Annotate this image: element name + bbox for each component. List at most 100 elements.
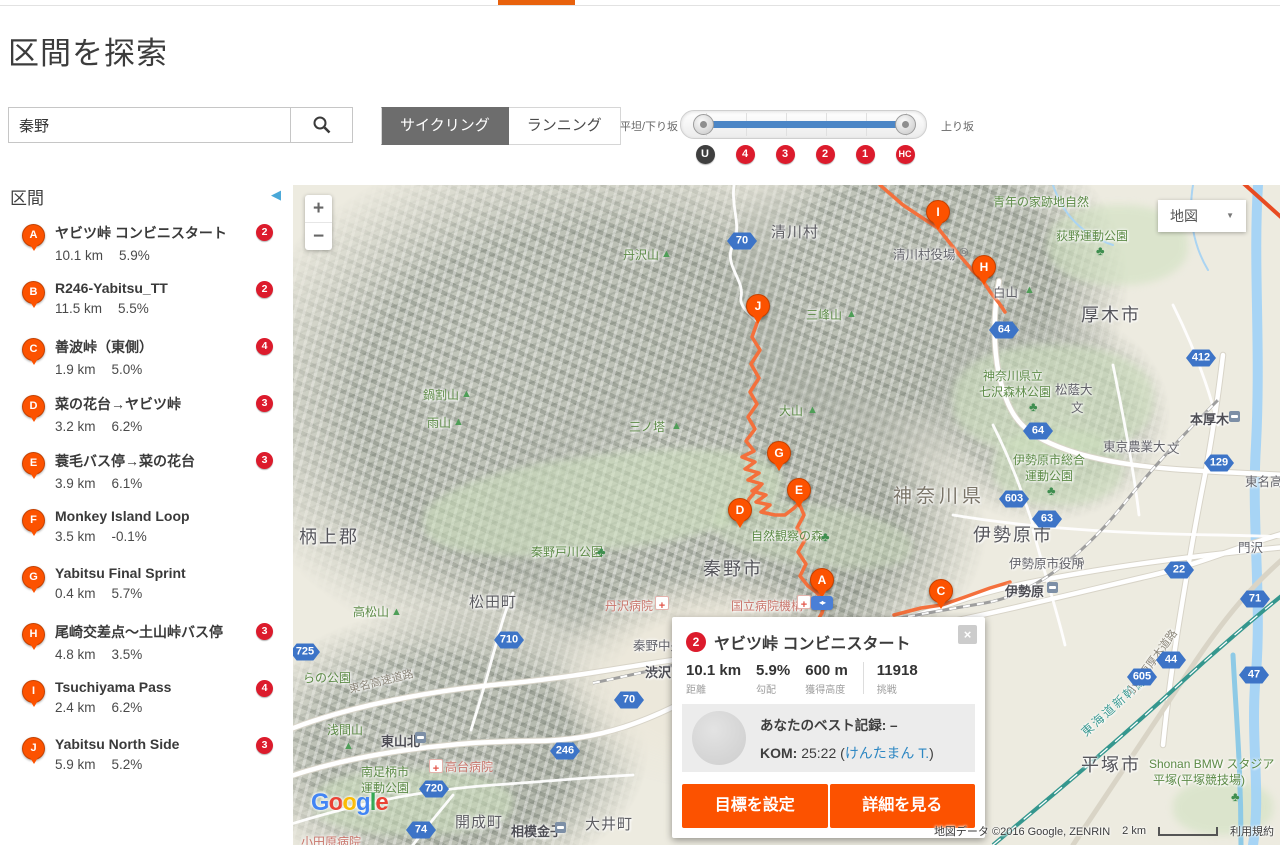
sport-tab[interactable]: ランニング [509,107,621,145]
grade-slider[interactable] [680,110,927,139]
segment-stats: 1.9 km5.0% [55,362,293,377]
set-goal-button[interactable]: 目標を設定 [682,784,828,828]
terms-link[interactable]: 利用規約 [1230,823,1274,839]
map-label: 浅間山 [327,721,363,738]
segment-grade: 6.2% [112,700,143,715]
segment-name: R246-Yabitsu_TT [55,280,255,296]
segment-stats: 5.9 km5.2% [55,757,293,772]
segment-category-badge: 3 [256,452,273,469]
slider-handle-right[interactable] [895,114,916,135]
map[interactable]: 青年の家跡地自然荻野運動公園清川村清川村役場白山厚木市三峰山丹沢山鍋割山雨山三ノ… [293,185,1280,845]
kom-text: KOM: 25:22 (けんたまん T.) [760,743,934,763]
map-label: 厚木市 [1081,301,1141,327]
map-label: 東名高 [1245,471,1280,490]
map-label: 白山 [993,282,1018,301]
search-input[interactable] [9,108,290,142]
segment-item[interactable]: G Yabitsu Final Sprint 0.4 km5.7% [0,564,293,621]
segment-pin-icon: I [22,680,45,703]
map-label: 平塚(平塚競技場) [1153,771,1245,788]
slider-handle-left[interactable] [693,114,714,135]
map-pin-H[interactable]: H [972,255,996,279]
segment-stats: 11.5 km5.5% [55,301,293,316]
segment-name: 蓑毛バス停→菜の花台 [55,451,255,471]
zoom-in-button[interactable]: + [305,195,332,223]
popup-close-button[interactable]: × [958,625,977,644]
category-badge: U [696,145,715,164]
segment-category-badge: 3 [256,623,273,640]
segment-item[interactable]: A ヤビツ峠 コンビニスタート 10.1 km5.9% 2 [0,222,293,279]
segment-grade: 5.7% [112,586,143,601]
scale-bar [1158,827,1218,836]
page-title: 区間を探索 [8,28,168,73]
mt-icon [1024,281,1035,297]
stat-label: 挑戦 [877,681,918,696]
map-label: 平塚市 [1081,751,1141,777]
segment-name: Yabitsu Final Sprint [55,565,255,581]
segment-pin-icon: B [22,281,45,304]
sidebar-header: 区間 [10,184,44,209]
segment-stats: 4.8 km3.5% [55,647,293,662]
map-label: 丹沢病院 [605,597,653,614]
segment-item[interactable]: D 菜の花台→ヤビツ峠 3.2 km6.2% 3 [0,393,293,450]
tree-icon [1047,483,1056,499]
map-label: 丹沢山 [623,246,659,263]
mt-icon [846,305,857,321]
map-label: 小田原病院 [301,833,361,845]
segment-stats: 2.4 km6.2% [55,700,293,715]
sport-tab[interactable]: サイクリング [381,107,509,145]
segment-grade: -0.1% [112,529,147,544]
tree-icon [597,544,606,560]
segment-item[interactable]: I Tsuchiyama Pass 2.4 km6.2% 4 [0,678,293,735]
map-label: 松蔭大 [1055,379,1093,398]
view-details-button[interactable]: 詳細を見る [830,784,976,828]
segment-pin-icon: G [22,566,45,589]
map-label: 伊勢原 [1005,581,1044,600]
stat-value: 10.1 km [686,662,741,679]
segment-popup: × 2 ヤビツ峠 コンビニスタート 10.1 km 距離 5.9% 勾配 600… [672,617,985,838]
map-pin-J[interactable]: J [746,294,770,318]
map-label: 柄上郡 [299,523,359,549]
map-type-selector[interactable]: 地図 ▼ [1158,200,1246,232]
map-label: 伊勢原市総合 [1013,451,1085,468]
map-pin-E[interactable]: E [787,478,811,502]
govt-icon [959,243,969,259]
direction-arrows-icon[interactable]: ◂▸ [811,596,833,610]
category-badge: 3 [776,145,795,164]
segment-stats: 3.9 km6.1% [55,476,293,491]
map-label: 南足柄市 [361,763,409,780]
avatar [692,711,746,765]
map-pin-G[interactable]: G [767,441,791,465]
segment-item[interactable]: H 尾崎交差点～土山峠バス停 4.8 km3.5% 3 [0,621,293,678]
collapse-sidebar-icon[interactable]: ◀ [271,187,281,203]
segment-item[interactable]: B R246-Yabitsu_TT 11.5 km5.5% 2 [0,279,293,336]
segment-item[interactable]: C 善波峠（東側） 1.9 km5.0% 4 [0,336,293,393]
segment-pin-icon: J [22,737,45,760]
active-nav-indicator [498,0,575,5]
sport-tabs: サイクリングランニング [381,107,621,145]
segment-item[interactable]: J Yabitsu North Side 5.9 km5.2% 3 [0,735,293,792]
map-pin-C[interactable]: C [929,579,953,603]
google-logo[interactable]: Google [311,789,388,817]
station-icon [1229,411,1240,422]
segment-pin-icon: H [22,623,45,646]
segment-item[interactable]: E 蓑毛バス停→菜の花台 3.9 km6.1% 3 [0,450,293,507]
map-pin-A[interactable]: A [810,568,834,592]
category-badge: HC [896,145,915,164]
search-button[interactable] [290,108,352,142]
map-pin-I[interactable]: I [926,200,950,224]
kom-holder-link[interactable]: けんたまん T. [845,745,929,761]
popup-title: ヤビツ峠 コンビニスタート [714,630,910,654]
map-label: 清川村役場 [893,244,956,263]
zoom-out-button[interactable]: − [305,223,332,250]
segment-grade: 6.1% [112,476,143,491]
segment-item[interactable]: F Monkey Island Loop 3.5 km-0.1% [0,507,293,564]
map-label: Shonan BMW スタジア [1149,755,1274,772]
popup-stat: 5.9% 勾配 [756,662,790,696]
segment-category-badge: 3 [256,737,273,754]
segment-distance: 4.8 km [55,647,96,662]
mt-icon [391,603,402,619]
map-pin-D[interactable]: D [728,498,752,522]
station-icon [415,732,426,743]
category-badge: 4 [736,145,755,164]
stat-value: 11918 [877,662,918,679]
